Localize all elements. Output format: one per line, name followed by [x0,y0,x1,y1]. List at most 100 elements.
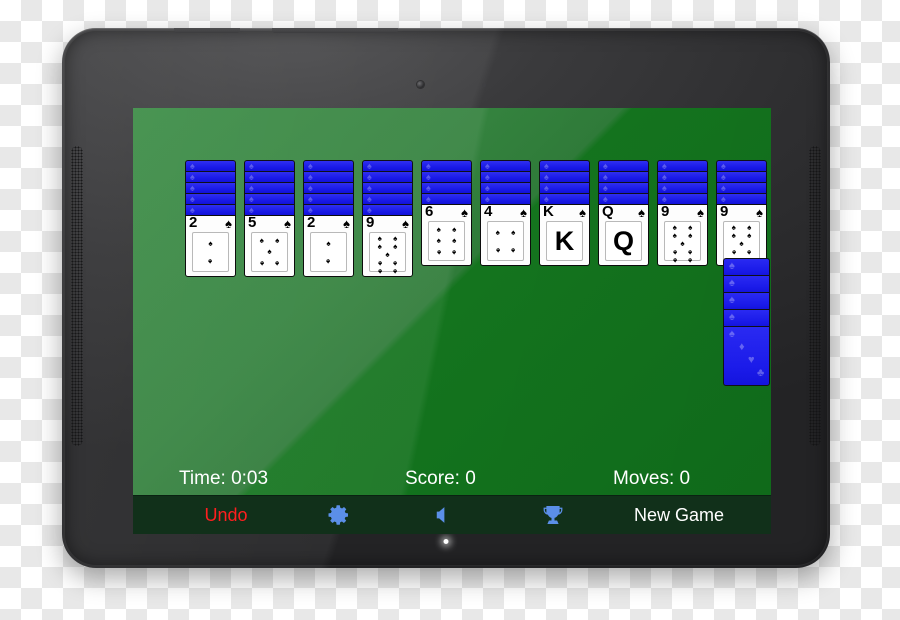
faceup-card-9-of-spades[interactable]: 9♠♠♠♠♠♠♠♠♠♠ [362,215,413,277]
new-game-button[interactable]: New Game [599,496,759,534]
speaker-mute-icon [436,507,445,523]
card-pip-spade-icon: ♠ [452,235,457,245]
pip-grid: ♠ ♠ ♠ ♠ [490,224,521,258]
card-pip-spade-icon: ♠ [326,256,331,266]
tableau-column-6[interactable]: ♠ ♠ ♠ ♠ 4 ♠ ♠ ♠ ♠ ♠ [480,160,531,266]
spade-watermark-icon: ♠ [729,311,735,323]
tableau-column-2[interactable]: ♠ ♠ ♠ ♠ ♠ 5 ♠ ♠ ♠ ♠ ♠ ♠ [244,160,295,277]
volume-button[interactable] [272,28,398,33]
card-pip-area: ♠ ♠ [192,232,229,272]
front-camera [417,81,424,88]
card-rank: 9 [366,215,375,231]
moves-status: Moves: 0 [613,468,691,489]
stock-card[interactable]: ♠ [723,275,770,292]
card-pip-area: ♠♠♠♠♠♠♠♠♠ [723,221,760,265]
trophy-button[interactable] [523,496,583,534]
tableau-column-10[interactable]: ♠♠♠♠9♠♠♠♠♠♠♠♠♠♠ [716,160,767,266]
spade-watermark-icon: ♠ [729,277,735,289]
facedown-card: ♠ [480,182,531,193]
stock-pile[interactable]: ♠ ♠ ♠ ♠ ♠ ♦ ♥ ♣ [723,258,770,386]
tableau-column-5[interactable]: ♠ ♠ ♠ ♠ 6 ♠ ♠ ♠ ♠ ♠ ♠ ♠ [421,160,472,266]
card-pip-spade-icon: ♠ [688,256,693,265]
facedown-card: ♠ [598,160,649,171]
tablet-device: ♠ ♠ ♠ ♠ ♠ 2 ♠ ♠ ♠ ♠ ♠ ♠ ♠ ♠ 5 ♠ ♠ ♠ ♠ ♠ ♠ ♠ ♠ ♠ ♠ ♠ 2 ♠ ♠ ♠ ♠ ♠ ♠ ♠ ♠ 9 ♠ ♠ ♠ ♠… [62,28,830,568]
card-pip-spade-icon: ♠ [511,227,516,237]
faceup-card-2-of-spades[interactable]: 2 ♠ ♠ ♠ [303,215,354,277]
card-pip-spade-icon: ♠ [436,248,441,258]
facedown-card: ♠ [244,204,295,215]
pip-grid: ♠♠♠♠♠♠♠♠♠ [667,224,698,266]
card-pip-spade-icon: ♠ [393,259,398,268]
card-pip-spade-icon: ♠ [377,242,382,251]
card-pip-area: ♠ ♠ ♠ ♠ ♠ ♠ [428,221,465,261]
undo-button[interactable]: Undo [171,496,281,534]
facedown-card: ♠ [539,171,590,182]
card-rank: K [543,204,554,220]
card-pip-area: K [546,221,583,261]
faceup-card-K-of-spades[interactable]: K ♠ K [539,204,590,266]
card-pip-spade-icon: ♠ [688,248,693,257]
speaker-grille-right [809,146,821,446]
facedown-card: ♠ [657,182,708,193]
card-pip-spade-icon: ♠ [393,267,398,276]
tableau-column-9[interactable]: ♠ ♠ ♠ ♠ 9 ♠ ♠ ♠ ♠ ♠ ♠ ♠ ♠ ♠ ♠ [657,160,708,266]
speaker-grille-left [71,146,83,446]
faceup-card-5-of-spades[interactable]: 5 ♠ ♠ ♠ ♠ ♠ ♠ [244,215,295,277]
faceup-card-9-of-spades[interactable]: 9♠♠♠♠♠♠♠♠♠♠ [716,204,767,266]
card-pip-spade-icon: ♠ [747,248,752,257]
tableau-column-8[interactable]: ♠ ♠ ♠ ♠ Q ♠ Q [598,160,649,266]
card-pip-spade-icon: ♠ [672,256,677,265]
pip-grid: ♠ ♠ ♠ ♠ ♠ [254,235,285,269]
card-pip-area: ♠ ♠ ♠ ♠ ♠ [251,232,288,272]
stock-card[interactable]: ♠ [723,292,770,309]
faceup-card-Q-of-spades[interactable]: Q ♠ Q [598,204,649,266]
facedown-card: ♠ [421,193,472,204]
faceup-card-6-of-spades[interactable]: 6 ♠ ♠ ♠ ♠ ♠ ♠ ♠ [421,204,472,266]
facedown-card: ♠ [716,171,767,182]
card-pip-area: ♠♠♠♠♠♠♠♠♠ [664,221,701,266]
game-screen: ♠ ♠ ♠ ♠ ♠ 2 ♠ ♠ ♠ ♠ ♠ ♠ ♠ ♠ 5 ♠ ♠ ♠ ♠ ♠ ♠ ♠ ♠ ♠ ♠ ♠ 2 ♠ ♠ ♠ ♠ ♠ ♠ ♠ ♠ 9 ♠ ♠ ♠ ♠… [133,108,771,534]
card-rank: 9 [720,204,729,220]
tableau-column-4[interactable]: ♠ ♠ ♠ ♠ ♠ 9 ♠ ♠ ♠ ♠ ♠ ♠ ♠ ♠ ♠ ♠ [362,160,413,277]
facedown-card: ♠ [362,160,413,171]
stock-card[interactable]: ♠ [723,309,770,326]
card-rank: 2 [307,215,316,231]
card-pip-area: Q [605,221,642,261]
card-pip-spade-icon: ♠ [747,231,752,240]
tableau-column-7[interactable]: ♠ ♠ ♠ ♠ K ♠ K [539,160,590,266]
facedown-card: ♠ [421,171,472,182]
card-pip-area: ♠ ♠ [310,232,347,272]
stock-card[interactable]: ♠ [723,258,770,275]
faceup-card-9-of-spades[interactable]: 9♠♠♠♠♠♠♠♠♠♠ [657,204,708,266]
facedown-card: ♠ [303,204,354,215]
card-pip-spade-icon: ♠ [377,267,382,276]
card-pip-spade-icon: ♠ [275,235,280,245]
facedown-card: ♠ [244,193,295,204]
tableau-column-3[interactable]: ♠ ♠ ♠ ♠ ♠ 2 ♠ ♠ ♠ [303,160,354,277]
time-status: Time: 0:03 [179,468,269,489]
card-suit-spade-icon: ♠ [520,205,527,220]
card-rank: 5 [248,215,257,231]
settings-button[interactable] [309,496,369,534]
card-suit-spade-icon: ♠ [402,216,409,231]
card-pip-spade-icon: ♠ [680,239,685,248]
facedown-card: ♠ [480,193,531,204]
card-court-letter: K [554,225,575,256]
facedown-card: ♠ [421,182,472,193]
card-pip-spade-icon: ♠ [495,227,500,237]
faceup-card-2-of-spades[interactable]: 2 ♠ ♠ ♠ [185,215,236,277]
facedown-card: ♠ [539,160,590,171]
facedown-card: ♠ [303,160,354,171]
sound-toggle-button[interactable] [413,496,473,534]
facedown-card: ♠ [598,193,649,204]
card-suit-spade-icon: ♠ [756,205,763,220]
card-pip-spade-icon: ♠ [259,259,264,269]
tableau-column-1[interactable]: ♠ ♠ ♠ ♠ ♠ 2 ♠ ♠ ♠ [185,160,236,277]
facedown-card: ♠ [362,182,413,193]
stock-card-top[interactable]: ♠ ♦ ♥ ♣ [723,326,770,386]
facedown-card: ♠ [362,204,413,215]
power-button[interactable] [174,28,240,33]
facedown-card: ♠ [657,160,708,171]
faceup-card-4-of-spades[interactable]: 4 ♠ ♠ ♠ ♠ ♠ [480,204,531,266]
card-rank: 2 [189,215,198,231]
